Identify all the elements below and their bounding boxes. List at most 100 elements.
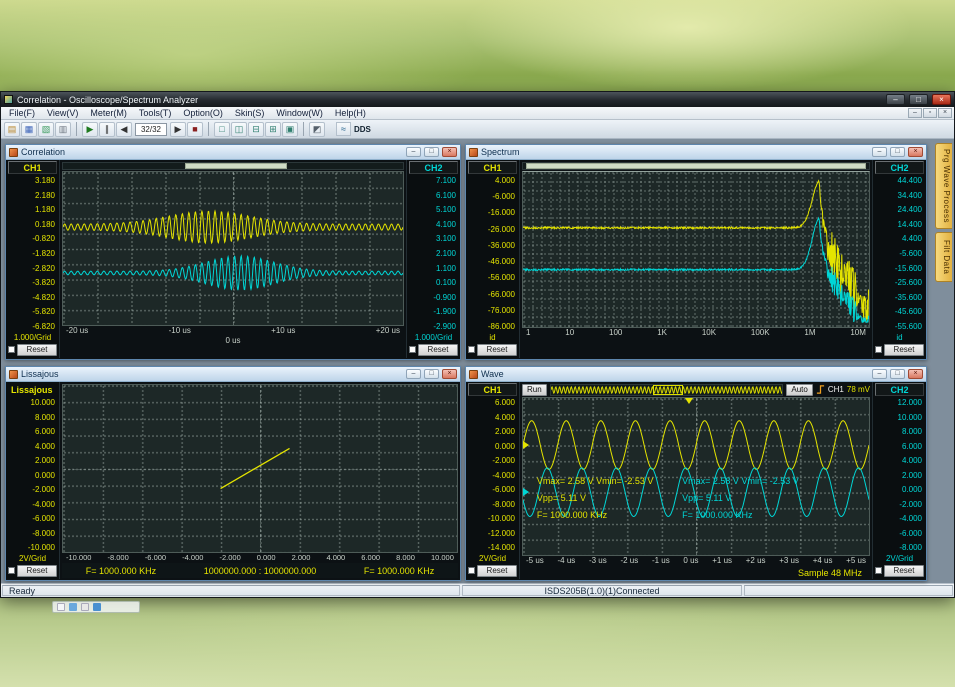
menu-item[interactable]: Meter(M): [84, 107, 133, 119]
ch2-button[interactable]: CH2: [409, 161, 458, 174]
ch1-checkbox[interactable]: [468, 346, 475, 353]
wave-plot[interactable]: Vmax= 2.58 V Vmin= -2.53 VVpp= 5.11 VF= …: [522, 397, 870, 556]
print-icon[interactable]: ▥: [55, 122, 71, 137]
mdi-close-icon[interactable]: ×: [938, 108, 952, 118]
ch1-ground-marker[interactable]: [523, 441, 529, 449]
child-close-button[interactable]: ×: [442, 369, 457, 379]
ch2-checkbox[interactable]: [875, 346, 882, 353]
ch2-reset-button[interactable]: Reset: [418, 344, 458, 356]
lissajous-checkbox[interactable]: [8, 567, 15, 574]
lissajous-reset-button[interactable]: Reset: [17, 565, 57, 577]
ch2-trace: [63, 172, 403, 325]
pause-icon[interactable]: ∥: [99, 122, 115, 137]
dds-button[interactable]: ≈ DDS: [336, 122, 371, 136]
correlation-window: Correlation – □ × CH1 3.1802.1801.1800.1…: [5, 144, 461, 360]
scale-tick: -5.820: [6, 308, 55, 316]
child-minimize-button[interactable]: –: [406, 369, 421, 379]
menu-item[interactable]: Window(W): [270, 107, 329, 119]
child-close-button[interactable]: ×: [442, 147, 457, 157]
ch2-ground-marker[interactable]: [523, 488, 529, 496]
export-image-icon[interactable]: ▧: [38, 122, 54, 137]
ch1-button[interactable]: CH1: [468, 383, 517, 396]
lissajous-plot[interactable]: [62, 384, 458, 553]
tab-filt-data[interactable]: Filt Data: [935, 232, 952, 282]
correlation-scrollbar[interactable]: [62, 162, 404, 170]
app-titlebar[interactable]: Correlation - Oscilloscope/Spectrum Anal…: [1, 92, 954, 107]
ch1-button[interactable]: CH1: [8, 161, 57, 174]
settings-icon[interactable]: ◩: [309, 122, 325, 137]
close-button[interactable]: ×: [932, 94, 951, 105]
wave-titlebar[interactable]: Wave – □ ×: [466, 367, 926, 382]
child-minimize-button[interactable]: –: [406, 147, 421, 157]
menu-item[interactable]: Help(H): [329, 107, 372, 119]
lissajous-window-icon: [9, 370, 18, 379]
spectrum-plot[interactable]: [522, 171, 870, 328]
taskbar-icon[interactable]: [81, 603, 89, 611]
child-close-button[interactable]: ×: [908, 369, 923, 379]
preview-highlight-box[interactable]: [653, 385, 683, 395]
minimize-button[interactable]: –: [886, 94, 905, 105]
ch2-checkbox[interactable]: [409, 346, 416, 353]
ch1-reset-button[interactable]: Reset: [477, 565, 517, 577]
scale-tick: -2.900: [407, 323, 456, 331]
open-file-icon[interactable]: ▤: [4, 122, 20, 137]
stop-icon[interactable]: ■: [187, 122, 203, 137]
child-maximize-button[interactable]: □: [890, 147, 905, 157]
layout-single-icon[interactable]: □: [214, 122, 230, 137]
spectrum-titlebar[interactable]: Spectrum – □ ×: [466, 145, 926, 160]
child-close-button[interactable]: ×: [908, 147, 923, 157]
taskbar-icon[interactable]: [69, 603, 77, 611]
ch1-button[interactable]: CH1: [468, 161, 517, 174]
spectrum-scrollbar[interactable]: [522, 162, 870, 170]
menu-item[interactable]: View(V): [41, 107, 84, 119]
x-axis-label: -3 us: [589, 556, 607, 566]
ch2-button[interactable]: CH2: [875, 161, 924, 174]
tab-prg-wave-process[interactable]: Prg Wave Process: [935, 143, 952, 229]
layout-cascade-icon[interactable]: ▣: [282, 122, 298, 137]
child-minimize-button[interactable]: –: [872, 369, 887, 379]
lissajous-titlebar[interactable]: Lissajous – □ ×: [6, 367, 460, 382]
mdi-restore-icon[interactable]: ▫: [923, 108, 937, 118]
mdi-minimize-icon[interactable]: –: [908, 108, 922, 118]
trigger-position-marker[interactable]: [685, 398, 693, 404]
correlation-plot[interactable]: [62, 171, 404, 326]
ch1-reset-button[interactable]: Reset: [477, 344, 517, 356]
auto-trigger-button[interactable]: Auto: [786, 384, 812, 396]
waveform-preview-strip[interactable]: [550, 384, 784, 396]
layout-quad-icon[interactable]: ⊞: [265, 122, 281, 137]
scrollbar-thumb[interactable]: [526, 163, 865, 169]
ch2-reset-button[interactable]: Reset: [884, 565, 924, 577]
menu-item[interactable]: File(F): [3, 107, 41, 119]
menu-item[interactable]: Tools(T): [133, 107, 178, 119]
ratio-readout: 1000000.000 : 1000000.000: [204, 566, 317, 576]
layout-vertical-icon[interactable]: ⊟: [248, 122, 264, 137]
menu-item[interactable]: Option(O): [177, 107, 229, 119]
x-axis-label: +2 us: [746, 556, 766, 566]
child-maximize-button[interactable]: □: [424, 147, 439, 157]
ch2-reset-button[interactable]: Reset: [884, 344, 924, 356]
menu-item[interactable]: Skin(S): [229, 107, 271, 119]
taskbar-icon[interactable]: [93, 603, 101, 611]
correlation-titlebar[interactable]: Correlation – □ ×: [6, 145, 460, 160]
ch2-button[interactable]: CH2: [875, 383, 924, 396]
maximize-button[interactable]: □: [909, 94, 928, 105]
ch1-checkbox[interactable]: [8, 346, 15, 353]
child-maximize-button[interactable]: □: [424, 369, 439, 379]
prev-frame-icon[interactable]: ◀: [116, 122, 132, 137]
next-frame-icon[interactable]: ▶: [170, 122, 186, 137]
child-maximize-button[interactable]: □: [890, 369, 905, 379]
child-minimize-button[interactable]: –: [872, 147, 887, 157]
layout-horizontal-icon[interactable]: ◫: [231, 122, 247, 137]
ch2-checkbox[interactable]: [875, 567, 882, 574]
ch1-grid-label: 1.000/Grid: [6, 333, 59, 343]
scrollbar-thumb[interactable]: [185, 163, 287, 169]
measurement-line: Vmax= 2.58 V Vmin= -2.53 V: [682, 473, 799, 490]
save-icon[interactable]: ▦: [21, 122, 37, 137]
scale-tick: -66.000: [466, 291, 515, 299]
taskbar-icon[interactable]: [57, 603, 65, 611]
trigger-edge-icon[interactable]: [816, 385, 825, 394]
ch1-reset-button[interactable]: Reset: [17, 344, 57, 356]
start-icon[interactable]: ▶: [82, 122, 98, 137]
ch1-checkbox[interactable]: [468, 567, 475, 574]
run-button[interactable]: Run: [522, 384, 547, 396]
